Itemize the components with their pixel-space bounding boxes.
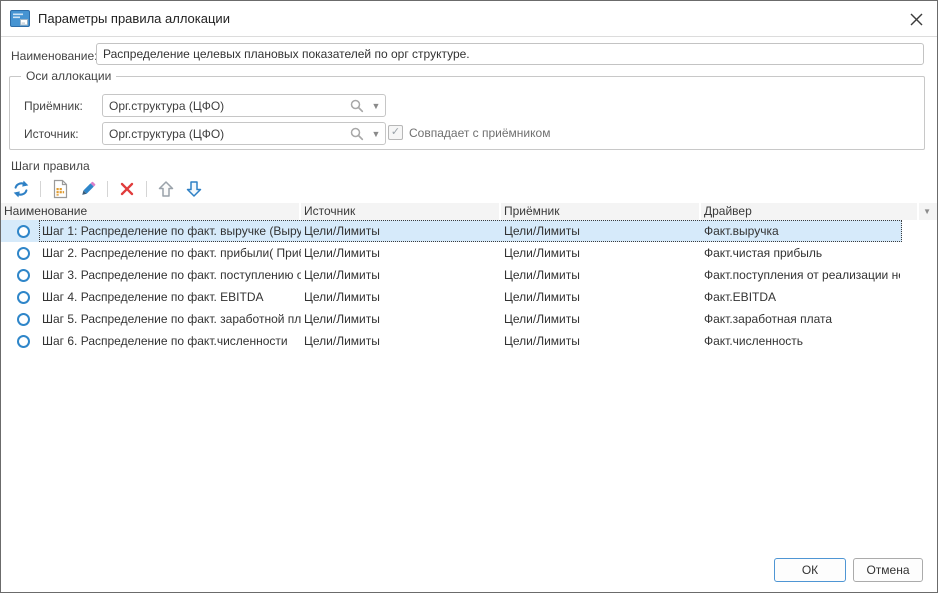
column-header-source[interactable]: Источник (301, 203, 501, 220)
step-circle-icon (1, 308, 39, 330)
cell-driver: Факт.EBITDA (701, 286, 900, 308)
cell-driver: Факт.численность (701, 330, 900, 352)
source-label: Источник: (24, 127, 79, 141)
steps-toolbar (7, 177, 208, 201)
close-icon[interactable] (905, 8, 927, 30)
form-window-icon (10, 10, 30, 27)
cell-source: Цели/Лимиты (301, 308, 501, 330)
chevron-down-icon[interactable]: ▼ (367, 101, 385, 111)
step-circle-icon (1, 330, 39, 352)
column-chooser[interactable]: ▼ (919, 203, 937, 220)
name-input[interactable] (96, 43, 924, 65)
receiver-combo[interactable]: Орг.структура (ЦФО) ▼ (102, 94, 386, 117)
table-row[interactable]: Шаг 1: Распределение по факт. выручке (В… (1, 220, 902, 242)
column-chooser-icon: ▼ (923, 203, 931, 220)
add-document-icon[interactable] (46, 177, 74, 201)
cell-source: Цели/Лимиты (301, 264, 501, 286)
dialog-title: Параметры правила аллокации (38, 11, 230, 26)
cell-source: Цели/Лимиты (301, 286, 501, 308)
chevron-down-icon[interactable]: ▼ (367, 129, 385, 139)
checkbox-label: Совпадает с приёмником (409, 126, 550, 140)
cell-driver: Факт.выручка (701, 220, 900, 242)
cell-receiver: Цели/Лимиты (501, 308, 701, 330)
cell-name: Шаг 1: Распределение по факт. выручке (В… (39, 220, 301, 242)
name-field-label: Наименование: (11, 49, 98, 63)
cell-source: Цели/Лимиты (301, 242, 501, 264)
table-header: Наименование Источник Приёмник Драйвер ▼ (1, 203, 937, 220)
cell-name: Шаг 3. Распределение по факт. поступлени… (39, 264, 301, 286)
cell-driver: Факт.поступления от реализации непр (701, 264, 900, 286)
cell-name: Шаг 2. Распределение по факт. прибыли( П… (39, 242, 301, 264)
table-row[interactable]: Шаг 3. Распределение по факт. поступлени… (1, 264, 902, 286)
column-header-receiver[interactable]: Приёмник (501, 203, 701, 220)
steps-table: Наименование Источник Приёмник Драйвер ▼… (1, 203, 937, 352)
step-circle-icon (1, 286, 39, 308)
allocation-rule-dialog: Параметры правила аллокации Наименование… (0, 0, 938, 593)
cell-source: Цели/Лимиты (301, 330, 501, 352)
steps-section-label: Шаги правила (11, 159, 90, 173)
step-circle-icon (1, 264, 39, 286)
cell-receiver: Цели/Лимиты (501, 242, 701, 264)
allocation-axes-group: Оси аллокации Приёмник: Орг.структура (Ц… (9, 76, 925, 150)
cell-name: Шаг 4. Распределение по факт. EBITDA (39, 286, 301, 308)
group-title: Оси аллокации (21, 69, 116, 83)
cell-receiver: Цели/Лимиты (501, 286, 701, 308)
step-circle-icon (1, 242, 39, 264)
cancel-button[interactable]: Отмена (853, 558, 923, 582)
cell-driver: Факт.заработная плата (701, 308, 900, 330)
ok-button[interactable]: ОК (774, 558, 846, 582)
refresh-icon[interactable] (7, 177, 35, 201)
receiver-label: Приёмник: (24, 99, 83, 113)
delete-x-icon[interactable] (113, 177, 141, 201)
cell-name: Шаг 5. Распределение по факт. заработной… (39, 308, 301, 330)
source-value: Орг.структура (ЦФО) (109, 127, 349, 141)
move-down-icon[interactable] (180, 177, 208, 201)
table-row[interactable]: Шаг 6. Распределение по факт.численности… (1, 330, 902, 352)
column-header-driver[interactable]: Драйвер (701, 203, 919, 220)
cell-receiver: Цели/Лимиты (501, 220, 701, 242)
table-row[interactable]: Шаг 5. Распределение по факт. заработной… (1, 308, 902, 330)
title-bar: Параметры правила аллокации (1, 1, 937, 37)
toolbar-separator (146, 181, 147, 197)
cell-source: Цели/Лимиты (301, 220, 501, 242)
toolbar-separator (107, 181, 108, 197)
magnifier-icon[interactable] (349, 98, 365, 114)
checkbox-checked-icon (388, 125, 403, 140)
step-circle-icon (1, 220, 39, 242)
toolbar-separator (40, 181, 41, 197)
edit-pencil-icon[interactable] (74, 177, 102, 201)
move-up-icon[interactable] (152, 177, 180, 201)
column-header-name[interactable]: Наименование (1, 203, 301, 220)
cell-driver: Факт.чистая прибыль (701, 242, 900, 264)
source-combo[interactable]: Орг.структура (ЦФО) ▼ (102, 122, 386, 145)
same-as-receiver-checkbox[interactable]: Совпадает с приёмником (388, 125, 550, 140)
cell-name: Шаг 6. Распределение по факт.численности (39, 330, 301, 352)
receiver-value: Орг.структура (ЦФО) (109, 99, 349, 113)
magnifier-icon[interactable] (349, 126, 365, 142)
cell-receiver: Цели/Лимиты (501, 264, 701, 286)
table-row[interactable]: Шаг 4. Распределение по факт. EBITDA Цел… (1, 286, 902, 308)
cell-receiver: Цели/Лимиты (501, 330, 701, 352)
table-row[interactable]: Шаг 2. Распределение по факт. прибыли( П… (1, 242, 902, 264)
